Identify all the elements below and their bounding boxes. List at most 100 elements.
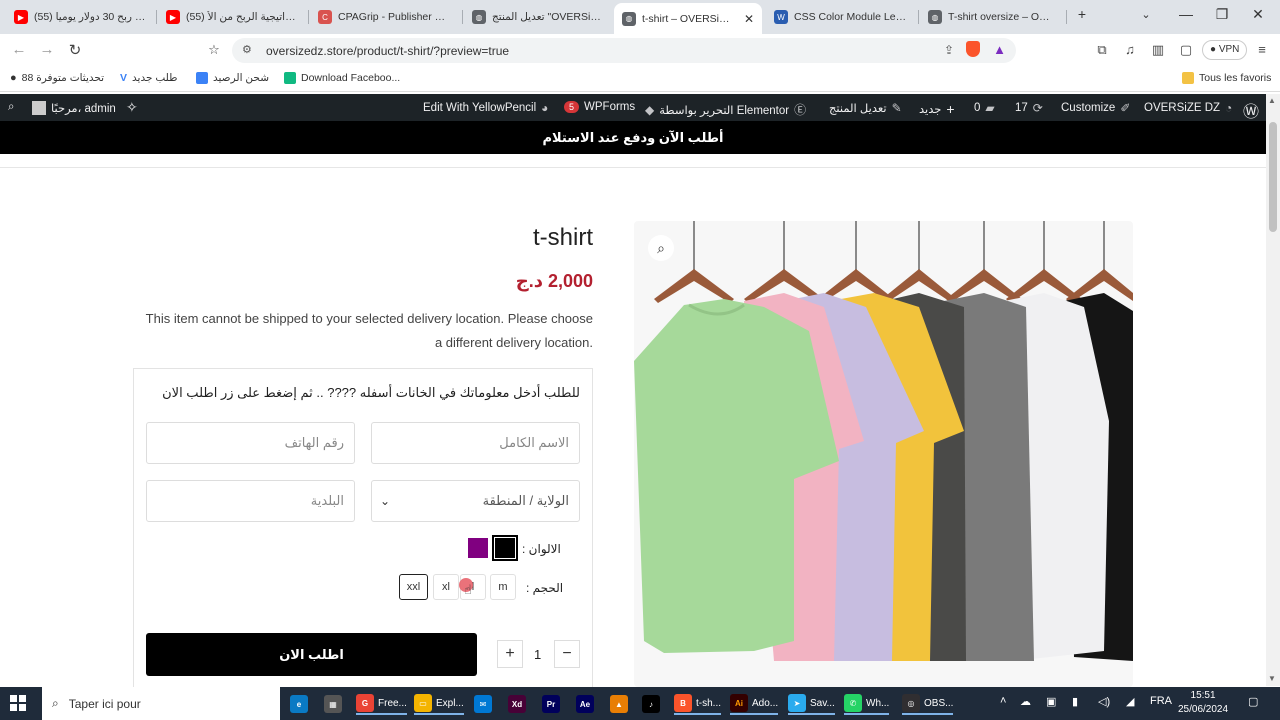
- window-close-button[interactable]: ✕: [1246, 6, 1270, 23]
- windows-start-icon[interactable]: [10, 695, 26, 711]
- after-effects-icon[interactable]: Ae: [576, 693, 594, 715]
- site-name-link[interactable]: OVERSiZE DZ ◔: [1144, 101, 1232, 115]
- tab-title: CPAGrip - Publisher Paym...: [338, 11, 452, 23]
- taskbar-search[interactable]: ⌕ Taper ici pour: [42, 687, 280, 720]
- clock-time: 15:51: [1190, 690, 1216, 701]
- bookmark-updates[interactable]: ● 88 تحديثات متوفرة: [10, 72, 104, 84]
- store-icon[interactable]: ▦: [324, 693, 342, 715]
- volume-icon[interactable]: ◁): [1098, 695, 1110, 708]
- wallet-icon[interactable]: ▢: [1178, 42, 1194, 58]
- wpforms-link[interactable]: 5 WPForms: [564, 101, 635, 113]
- media-icon[interactable]: ♫: [1122, 42, 1138, 58]
- back-icon[interactable]: ←: [10, 41, 28, 58]
- tab-youtube-1[interactable]: ▶ (55) شرح ربح 30 دولار يوميا: [6, 4, 156, 30]
- state-select[interactable]: الولاية / المنطقة ⌄: [371, 480, 580, 522]
- comments-link[interactable]: 0 ▰: [974, 101, 995, 115]
- order-now-button[interactable]: اطلب الان: [146, 633, 477, 676]
- tray-chevron-icon[interactable]: ˄: [1000, 695, 1006, 707]
- size-option-m[interactable]: m: [490, 574, 516, 600]
- security-icon[interactable]: ▣: [1046, 695, 1056, 708]
- extensions-icon[interactable]: ⧉: [1094, 42, 1110, 58]
- updates-link[interactable]: 17 ⟳: [1015, 101, 1043, 115]
- new-content-link[interactable]: جديد +: [919, 101, 955, 117]
- maximize-button[interactable]: ❐: [1210, 6, 1234, 23]
- form-intro-text: للطلب أدخل معلوماتك في الخانات أسفله ???…: [162, 385, 580, 400]
- share-icon[interactable]: ⇪: [944, 43, 954, 57]
- page-scrollbar[interactable]: ▲ ▼: [1266, 94, 1280, 686]
- shipping-message: This item cannot be shipped to your sele…: [145, 311, 593, 350]
- scroll-up-icon[interactable]: ▲: [1268, 96, 1276, 105]
- taskbar-app-label: Wh...: [866, 697, 890, 709]
- sidebar-icon[interactable]: ▥: [1150, 42, 1166, 58]
- reload-icon[interactable]: ↻: [66, 41, 84, 59]
- taskbar-app-explorer[interactable]: ▭ Expl...: [414, 693, 464, 715]
- admin-search-icon[interactable]: ⌕: [8, 101, 14, 114]
- elementor-link[interactable]: ◆ التحرير بواسطة Elementor Ⓔ: [645, 101, 806, 118]
- bookmark-new-order[interactable]: V طلب جديد: [120, 72, 178, 84]
- quantity-increase-button[interactable]: +: [497, 640, 523, 668]
- menu-icon[interactable]: ≡: [1254, 42, 1270, 58]
- ai-sparkle-icon[interactable]: ✧: [126, 99, 138, 116]
- vlc-icon[interactable]: ▲: [610, 693, 628, 715]
- adobe-xd-icon[interactable]: Xd: [508, 693, 526, 715]
- taskbar-app-chrome[interactable]: G Free...: [356, 693, 407, 715]
- wordpress-icon[interactable]: Ⓦ: [1243, 98, 1259, 122]
- product-image[interactable]: ⌕: [634, 221, 1133, 687]
- address-bar[interactable]: ⚙ oversizedz.store/product/t-shirt/?prev…: [232, 38, 1016, 63]
- tab-edit-product[interactable]: ◍ تعديل المنتج "OVERSiZE DZ": [464, 4, 612, 30]
- tab-tshirt-oversize[interactable]: ◍ T-shirt oversize – OVERSi...: [920, 4, 1064, 30]
- edge-icon[interactable]: e: [290, 693, 308, 715]
- admin-account[interactable]: مرحبًا، admin: [32, 101, 116, 115]
- tab-t-shirt-active[interactable]: ◍ t-shirt – OVERSiZE DZ ✕: [614, 3, 762, 34]
- quantity-decrease-button[interactable]: −: [554, 640, 580, 668]
- tab-search-chevron-icon[interactable]: ⌄: [1134, 8, 1158, 21]
- network-icon[interactable]: ◢: [1126, 695, 1134, 708]
- all-favorites[interactable]: Tous les favoris: [1182, 72, 1271, 84]
- tiktok-icon[interactable]: ♪: [642, 693, 660, 715]
- customize-link[interactable]: Customize ✐: [1061, 101, 1130, 115]
- tab-youtube-2[interactable]: ▶ (55) استراتيجية الربح من الأ...: [158, 4, 306, 30]
- taskbar-app-brave[interactable]: Bt-sh...: [674, 693, 722, 715]
- site-name: OVERSiZE DZ: [1144, 102, 1221, 114]
- city-field[interactable]: البلدية: [146, 480, 355, 522]
- language-indicator[interactable]: FRA: [1150, 695, 1172, 707]
- bookmark-recharge[interactable]: شحن الرصيد: [196, 72, 269, 84]
- color-swatch-black[interactable]: [492, 535, 518, 561]
- forward-icon[interactable]: →: [38, 41, 56, 58]
- taskbar-app-illustrator[interactable]: Ai Ado...: [730, 693, 779, 715]
- minimize-button[interactable]: —: [1174, 6, 1198, 22]
- system-clock[interactable]: 15:51 25/06/2024: [1178, 689, 1228, 717]
- admin-greeting: مرحبًا، admin: [51, 103, 116, 115]
- premiere-icon[interactable]: Pr: [542, 693, 560, 715]
- tab-css-color[interactable]: W CSS Color Module Level 4: [766, 4, 916, 30]
- bookmark-icon[interactable]: ☆: [206, 42, 222, 58]
- clock-date: 25/06/2024: [1178, 704, 1229, 715]
- notifications-icon[interactable]: ▢: [1248, 695, 1258, 708]
- edit-product-link[interactable]: تعديل المنتج ✎: [829, 101, 902, 115]
- full-name-field[interactable]: الاسم الكامل: [371, 422, 580, 464]
- bookmark-label: 88 تحديثات متوفرة: [21, 72, 105, 84]
- yellowpencil-link[interactable]: Edit With YellowPencil ◕: [423, 101, 548, 115]
- color-swatch-purple[interactable]: [468, 538, 488, 558]
- zoom-button[interactable]: ⌕: [648, 235, 674, 261]
- tab-cpagrip[interactable]: C CPAGrip - Publisher Paym...: [310, 4, 460, 30]
- new-tab-button[interactable]: +: [1070, 6, 1094, 22]
- taskbar-app-obs[interactable]: ◎ OBS...: [902, 693, 954, 715]
- mail-icon[interactable]: ✉: [474, 693, 492, 715]
- size-option-xl[interactable]: xl: [433, 574, 459, 600]
- vpn-button[interactable]: ● VPN: [1202, 40, 1248, 60]
- phone-field[interactable]: رقم الهاتف: [146, 422, 355, 464]
- taskbar-app-whatsapp[interactable]: ✆ Wh...: [844, 693, 890, 715]
- onedrive-icon[interactable]: ☁: [1020, 695, 1031, 708]
- close-icon[interactable]: ✕: [744, 12, 754, 26]
- brave-rewards-icon[interactable]: ▲: [993, 42, 1006, 57]
- city-placeholder: البلدية: [310, 493, 344, 508]
- scroll-thumb[interactable]: [1269, 122, 1277, 232]
- microphone-icon[interactable]: ▮: [1072, 695, 1078, 708]
- taskbar-app-telegram[interactable]: ➤ Sav...: [788, 693, 835, 715]
- scroll-down-icon[interactable]: ▼: [1268, 674, 1276, 683]
- site-info-icon[interactable]: ⚙: [242, 43, 252, 56]
- brave-shield-icon[interactable]: [966, 41, 980, 57]
- bookmark-download-facebook[interactable]: Download Faceboo...: [284, 72, 400, 84]
- size-option-xxl[interactable]: xxl: [399, 574, 428, 600]
